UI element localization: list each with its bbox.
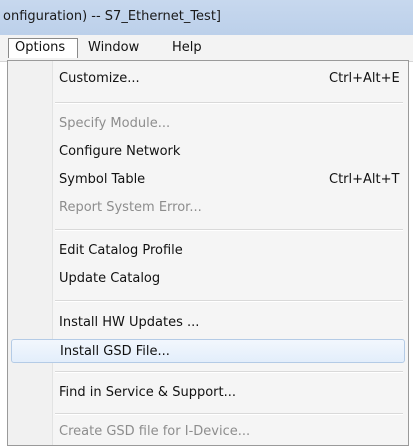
menu-item-label: Customize... bbox=[59, 71, 140, 86]
window-title: onfiguration) -- S7_Ethernet_Test] bbox=[3, 9, 221, 24]
menu-separator bbox=[55, 102, 403, 104]
menu-separator bbox=[55, 371, 403, 373]
menu-options[interactable]: Options bbox=[8, 38, 78, 58]
menu-item-report-system-error: Report System Error... bbox=[11, 196, 405, 220]
menu-item-label: Edit Catalog Profile bbox=[59, 243, 183, 258]
menu-item-install-gsd-file[interactable]: Install GSD File... bbox=[11, 339, 405, 363]
menu-item-update-catalog[interactable]: Update Catalog bbox=[11, 267, 405, 291]
menu-item-label: Report System Error... bbox=[59, 200, 202, 215]
menu-bar: Options Window Help bbox=[0, 35, 413, 62]
menu-item-customize[interactable]: Customize... Ctrl+Alt+E bbox=[11, 67, 405, 91]
menu-item-label: Update Catalog bbox=[59, 271, 161, 286]
options-dropdown-menu: Customize... Ctrl+Alt+E Specify Module..… bbox=[7, 60, 409, 446]
menu-item-symbol-table[interactable]: Symbol Table Ctrl+Alt+T bbox=[11, 168, 405, 192]
menu-item-label: Configure Network bbox=[59, 144, 181, 159]
menu-item-edit-catalog-profile[interactable]: Edit Catalog Profile bbox=[11, 239, 405, 263]
menu-item-configure-network[interactable]: Configure Network bbox=[11, 140, 405, 164]
menu-separator bbox=[55, 229, 403, 231]
menu-item-label: Symbol Table bbox=[59, 172, 146, 187]
menu-item-label: Find in Service & Support... bbox=[59, 385, 236, 400]
menu-item-label: Create GSD file for I-Device... bbox=[59, 424, 251, 439]
window-title-bar: onfiguration) -- S7_Ethernet_Test] bbox=[0, 0, 413, 35]
menu-item-label: Install GSD File... bbox=[60, 344, 170, 359]
menu-item-create-gsd-file: Create GSD file for I-Device... bbox=[11, 420, 405, 444]
menu-item-find-in-service-support[interactable]: Find in Service & Support... bbox=[11, 381, 405, 405]
menu-separator bbox=[55, 300, 403, 302]
menu-window[interactable]: Window bbox=[82, 38, 145, 58]
menu-item-install-hw-updates[interactable]: Install HW Updates ... bbox=[11, 311, 405, 335]
menu-item-shortcut: Ctrl+Alt+E bbox=[329, 71, 400, 86]
menu-item-label: Specify Module... bbox=[59, 116, 171, 131]
menu-item-shortcut: Ctrl+Alt+T bbox=[329, 172, 400, 187]
menu-item-specify-module: Specify Module... bbox=[11, 112, 405, 136]
menu-separator bbox=[55, 413, 403, 415]
menu-item-label: Install HW Updates ... bbox=[59, 315, 200, 330]
menu-help[interactable]: Help bbox=[166, 38, 208, 58]
